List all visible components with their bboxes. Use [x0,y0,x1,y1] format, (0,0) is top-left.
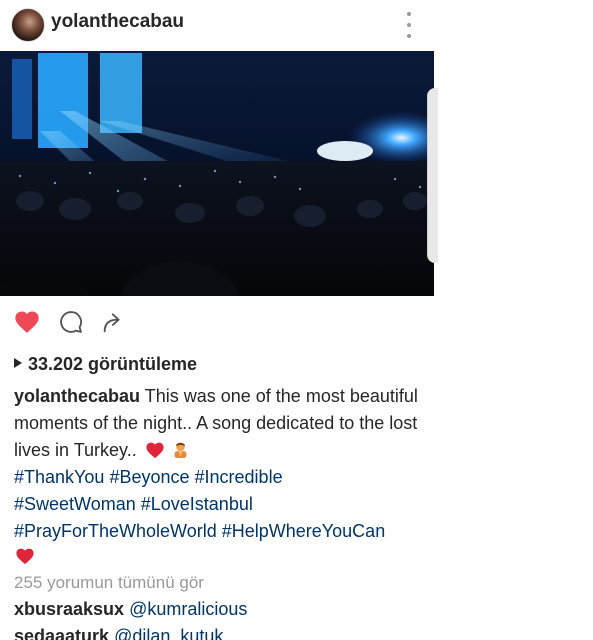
post-header: yolanthecabau [0,0,593,50]
hashtag-link[interactable]: #ThankYou [14,467,104,487]
red-heart-emoji [146,442,164,459]
caption-heart-line [15,547,35,570]
side-panel-edge [427,88,438,263]
hashtags: #ThankYou #Beyonce #Incredible #SweetWom… [14,464,454,545]
heart-filled-icon [15,311,39,333]
comment-username[interactable]: sedaaaturk [14,626,109,640]
post-username[interactable]: yolanthecabau [51,11,184,33]
avatar[interactable] [11,8,45,42]
view-count-text: 33.202 görüntüleme [28,354,198,374]
hashtag-line-1: #ThankYou #Beyonce #Incredible [14,464,454,491]
comment-username[interactable]: xbusraaksux [14,599,124,619]
hashtag-link[interactable]: #Incredible [195,467,283,487]
comment-button[interactable] [57,308,85,336]
hashtag-link[interactable]: #LoveIstanbul [141,494,253,514]
hashtag-line-2: #SweetWoman #LoveIstanbul [14,491,454,518]
concert-scene [0,51,434,296]
comment-row: xbusraaksux @kumralicious [14,599,247,620]
caption-username[interactable]: yolanthecabau [14,386,140,406]
more-options-button[interactable] [400,12,418,38]
more-dot [407,34,411,38]
post-actions [0,300,593,344]
red-heart-emoji [16,548,34,565]
hashtag-link[interactable]: #SweetWoman [14,494,136,514]
hashtag-link[interactable]: #PrayForTheWholeWorld [14,521,217,541]
view-all-comments-link[interactable]: 255 yorumun tümünü gör [14,573,204,593]
person-praying-emoji [174,442,187,458]
post-caption: yolanthecabau This was one of the most b… [14,383,434,464]
view-count[interactable]: 33.202 görüntüleme [14,354,197,375]
share-arrow-icon [103,313,120,333]
hashtag-line-3: #PrayForTheWholeWorld #HelpWhereYouCan [14,518,454,545]
more-dot [407,23,411,27]
comment-bubble-icon [60,311,82,333]
post-video[interactable] [0,51,434,296]
like-button[interactable] [13,308,41,336]
hashtag-link[interactable]: #HelpWhereYouCan [222,521,385,541]
comment-row: sedaaaturk @dilan_kutuk [14,626,223,640]
instagram-post: yolanthecabau 33.202 görüntüleme yolanth… [0,0,593,640]
play-triangle-icon [14,358,22,368]
comment-mention[interactable]: @dilan_kutuk [114,626,223,640]
share-button[interactable] [100,308,128,336]
more-vertical-icon [407,12,411,16]
hashtag-link[interactable]: #Beyonce [109,467,189,487]
comment-mention[interactable]: @kumralicious [129,599,247,619]
